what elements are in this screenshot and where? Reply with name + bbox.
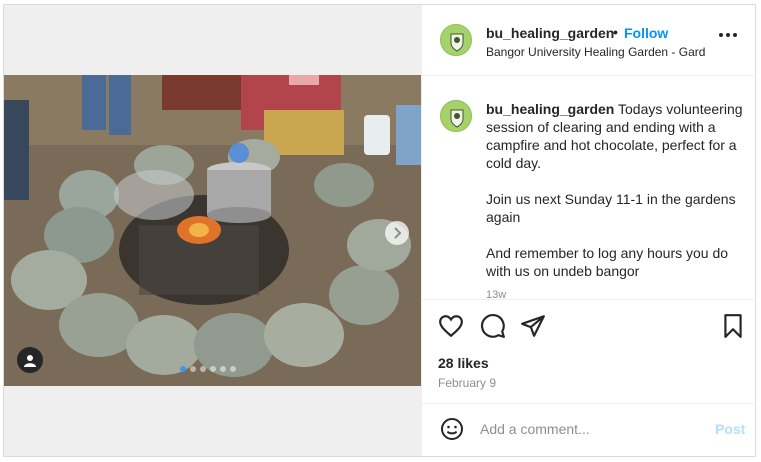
post-dialog: bu_healing_garden • Follow Bangor Univer… (3, 4, 756, 457)
carousel-dot (210, 366, 216, 372)
post-media (4, 5, 421, 456)
user-tag-icon (24, 355, 36, 367)
follow-button[interactable]: Follow (624, 25, 668, 41)
actions-divider (422, 299, 756, 300)
carousel-dot (220, 366, 226, 372)
likes-count[interactable]: 28 likes (438, 355, 489, 371)
caption-username[interactable]: bu_healing_garden (486, 101, 614, 117)
post-author-username[interactable]: bu_healing_garden (486, 25, 614, 41)
post-caption: bu_healing_garden Todays volunteering se… (486, 100, 744, 280)
carousel-indicator (180, 366, 236, 372)
post-location[interactable]: Bangor University Healing Garden - Gardе (486, 45, 706, 59)
carousel-dot (200, 366, 206, 372)
smiley-icon[interactable] (440, 417, 464, 441)
more-horizontal-icon (719, 33, 723, 37)
post-sidebar: bu_healing_garden • Follow Bangor Univer… (421, 5, 756, 456)
tagged-users-button[interactable] (17, 347, 43, 373)
carousel-dot (230, 366, 236, 372)
post-comment-button[interactable]: Post (715, 421, 745, 437)
bookmark-icon[interactable] (720, 313, 746, 339)
post-date[interactable]: February 9 (438, 376, 496, 390)
comment-bar: Add a comment... Post (422, 403, 756, 456)
caption-avatar[interactable] (440, 100, 472, 132)
carousel-dot (190, 366, 196, 372)
paper-plane-icon[interactable] (520, 313, 546, 339)
garden-logo-icon (450, 109, 464, 128)
separator-dot: • (613, 24, 618, 40)
comment-input[interactable]: Add a comment... (480, 421, 590, 437)
more-options-button[interactable] (719, 33, 737, 37)
carousel-dot (180, 366, 186, 372)
heart-icon[interactable] (438, 313, 464, 339)
avatar[interactable] (440, 24, 472, 56)
chevron-right-icon (394, 227, 402, 239)
caption-text: Todays volunteering session of clearing … (486, 101, 743, 279)
post-header: bu_healing_garden • Follow Bangor Univer… (422, 5, 756, 76)
comment-bubble-icon[interactable] (480, 313, 506, 339)
carousel-next-button[interactable] (385, 221, 409, 245)
post-photo (4, 75, 421, 386)
garden-logo-icon (450, 33, 464, 52)
